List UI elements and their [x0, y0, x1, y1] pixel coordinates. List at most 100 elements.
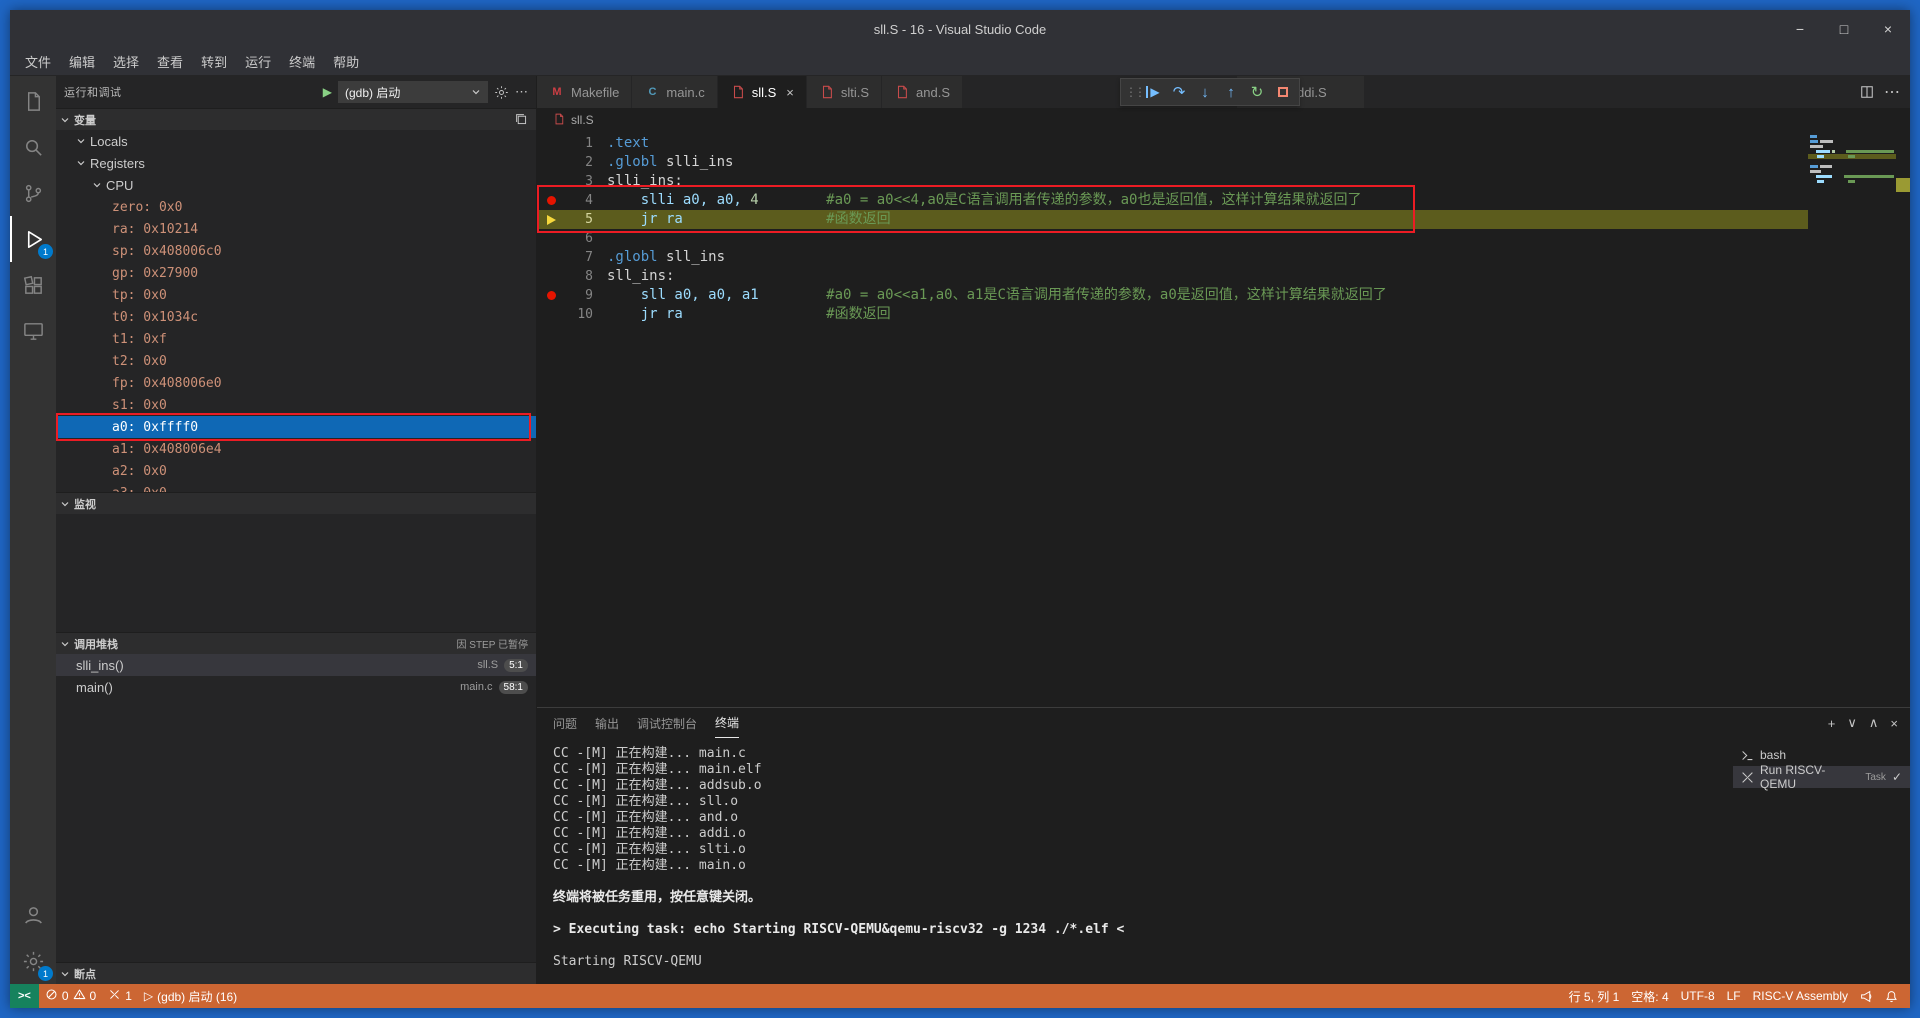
tab-slti-s[interactable]: slti.S	[806, 76, 883, 108]
activity-extensions-icon[interactable]	[10, 262, 56, 308]
activity-settings-icon[interactable]: 1	[10, 938, 56, 984]
call-stack-pane-header[interactable]: 调用堆栈 因 STEP 已暂停	[56, 632, 536, 654]
split-editor-icon[interactable]	[1860, 85, 1874, 99]
code-line-1[interactable]: 1 .text	[537, 134, 1808, 153]
register-a3[interactable]: a3: 0x0	[56, 482, 536, 493]
panel-tab-调试控制台[interactable]: 调试控制台	[637, 708, 697, 738]
debug-step-into-button[interactable]: ↓	[1193, 80, 1217, 104]
code-editor[interactable]: 1 .text 2 .globl slli_ins 3 slli_ins: 4 slli a…	[537, 132, 1910, 707]
code-line-9[interactable]: 9 sll a0, a0, a1 #a0 = a0<<a1,a0、a1是C语言调…	[537, 286, 1808, 305]
debug-step-over-button[interactable]: ↷	[1167, 80, 1191, 104]
terminal-list-item[interactable]: Run RISCV-QEMU Task ✓	[1733, 763, 1910, 791]
close-button[interactable]: ×	[1866, 10, 1910, 48]
feedback-icon[interactable]	[1854, 984, 1879, 1008]
code-line-5[interactable]: 5 jr ra #函数返回	[537, 210, 1808, 229]
panel-tab-终端[interactable]: 终端	[715, 708, 740, 738]
activity-search-icon[interactable]	[10, 124, 56, 170]
status-indentation[interactable]: 空格: 4	[1625, 984, 1674, 1008]
debug-stop-button[interactable]	[1271, 80, 1295, 104]
code-line-4[interactable]: 4 slli a0, a0, 4 #a0 = a0<<4,a0是C语言调用者传递…	[537, 191, 1808, 210]
close-icon[interactable]: ×	[786, 85, 794, 100]
watch-pane-header[interactable]: 监视	[56, 492, 536, 514]
code-line-6[interactable]: 6	[537, 229, 1808, 248]
drag-handle-icon[interactable]: ⋮⋮	[1125, 85, 1146, 99]
stack-frame[interactable]: main() main.c 58:1	[56, 676, 536, 698]
code-line-8[interactable]: 8 sll_ins:	[537, 267, 1808, 286]
tab-main-c[interactable]: Cmain.c	[632, 76, 718, 108]
register-fp[interactable]: fp: 0x408006e0	[56, 372, 536, 394]
gear-icon[interactable]	[494, 85, 509, 100]
breadcrumb[interactable]: sll.S	[537, 108, 1910, 132]
activity-remote-explorer-icon[interactable]	[10, 308, 56, 354]
activity-source-control-icon[interactable]	[10, 170, 56, 216]
debug-session-status[interactable]: ▷ (gdb) 启动 (16)	[138, 984, 243, 1008]
menu-item[interactable]: 终端	[280, 48, 324, 75]
running-tasks-status[interactable]: 1	[102, 984, 138, 1008]
menu-item[interactable]: 帮助	[324, 48, 368, 75]
register-t2[interactable]: t2: 0x0	[56, 350, 536, 372]
problems-status[interactable]: 0 0	[39, 984, 102, 1008]
register-sp[interactable]: sp: 0x408006c0	[56, 240, 536, 262]
register-a1[interactable]: a1: 0x408006e4	[56, 438, 536, 460]
launch-config-dropdown[interactable]: (gdb) 启动	[338, 81, 488, 103]
breakpoint-icon[interactable]	[546, 291, 556, 300]
tree-item-cpu[interactable]: CPU	[56, 174, 536, 196]
gutter-glyph[interactable]	[537, 291, 565, 300]
tab-sll-s[interactable]: sll.S ×	[717, 76, 807, 108]
code-line-10[interactable]: 10 jr ra #函数返回	[537, 305, 1808, 324]
code-line-7[interactable]: 7 .globl sll_ins	[537, 248, 1808, 267]
bell-icon[interactable]	[1879, 984, 1904, 1008]
breakpoint-icon[interactable]	[546, 196, 556, 205]
status-language[interactable]: RISC-V Assembly	[1747, 984, 1854, 1008]
status-cursor-position[interactable]: 行 5, 列 1	[1563, 984, 1626, 1008]
more-actions-icon[interactable]: ⋯	[1884, 82, 1900, 102]
status-eol[interactable]: LF	[1721, 984, 1747, 1008]
menu-item[interactable]: 转到	[192, 48, 236, 75]
menu-item[interactable]: 查看	[148, 48, 192, 75]
tree-item-registers[interactable]: Registers	[56, 152, 536, 174]
maximize-button[interactable]: □	[1822, 10, 1866, 48]
panel-tab-问题[interactable]: 问题	[553, 708, 577, 738]
panel-tab-输出[interactable]: 输出	[595, 708, 619, 738]
activity-account-icon[interactable]	[10, 892, 56, 938]
register-tp[interactable]: tp: 0x0	[56, 284, 536, 306]
start-debug-button[interactable]: ▶	[323, 85, 332, 99]
menu-item[interactable]: 编辑	[60, 48, 104, 75]
code-line-3[interactable]: 3 slli_ins:	[537, 172, 1808, 191]
tab-makefile[interactable]: M Makefile	[537, 76, 633, 108]
debug-step-out-button[interactable]: ↑	[1219, 80, 1243, 104]
variables-pane-header[interactable]: 变量	[56, 108, 536, 130]
register-s1[interactable]: s1: 0x0	[56, 394, 536, 416]
collapse-all-icon[interactable]	[515, 113, 528, 126]
remote-indicator[interactable]: ><	[10, 984, 39, 1008]
register-ra[interactable]: ra: 0x10214	[56, 218, 536, 240]
breakpoints-pane-header[interactable]: 断点	[56, 962, 536, 984]
stack-frame[interactable]: slli_ins() sll.S 5:1	[56, 654, 536, 676]
tree-item-locals[interactable]: Locals	[56, 130, 536, 152]
close-panel-icon[interactable]: ×	[1890, 716, 1898, 731]
register-zero[interactable]: zero: 0x0	[56, 196, 536, 218]
activity-run-and-debug-icon[interactable]: 1	[10, 216, 56, 262]
code-line-2[interactable]: 2 .globl slli_ins	[537, 153, 1808, 172]
debug-continue-button[interactable]: ▶	[1141, 80, 1165, 104]
status-encoding[interactable]: UTF-8	[1675, 984, 1721, 1008]
activity-explorer-icon[interactable]	[10, 78, 56, 124]
register-t0[interactable]: t0: 0x1034c	[56, 306, 536, 328]
menu-item[interactable]: 选择	[104, 48, 148, 75]
debug-restart-button[interactable]: ↻	[1245, 80, 1269, 104]
minimize-button[interactable]: −	[1778, 10, 1822, 48]
register-t1[interactable]: t1: 0xf	[56, 328, 536, 350]
menu-item[interactable]: 运行	[236, 48, 280, 75]
gutter-glyph[interactable]	[537, 196, 565, 205]
new-terminal-icon[interactable]: +	[1828, 716, 1836, 731]
minimap[interactable]	[1808, 132, 1896, 184]
gutter-glyph[interactable]	[537, 214, 565, 225]
tab-and-s[interactable]: and.S	[882, 76, 964, 108]
more-actions-icon[interactable]: ⋯	[515, 84, 528, 100]
chevron-down-icon[interactable]: ∨	[1847, 715, 1857, 731]
register-gp[interactable]: gp: 0x27900	[56, 262, 536, 284]
register-a2[interactable]: a2: 0x0	[56, 460, 536, 482]
terminal-output[interactable]: CC -[M] 正在构建... main.c CC -[M] 正在构建... ma…	[537, 738, 1733, 984]
maximize-panel-icon[interactable]: ∧	[1869, 715, 1879, 731]
menu-item[interactable]: 文件	[16, 48, 60, 75]
